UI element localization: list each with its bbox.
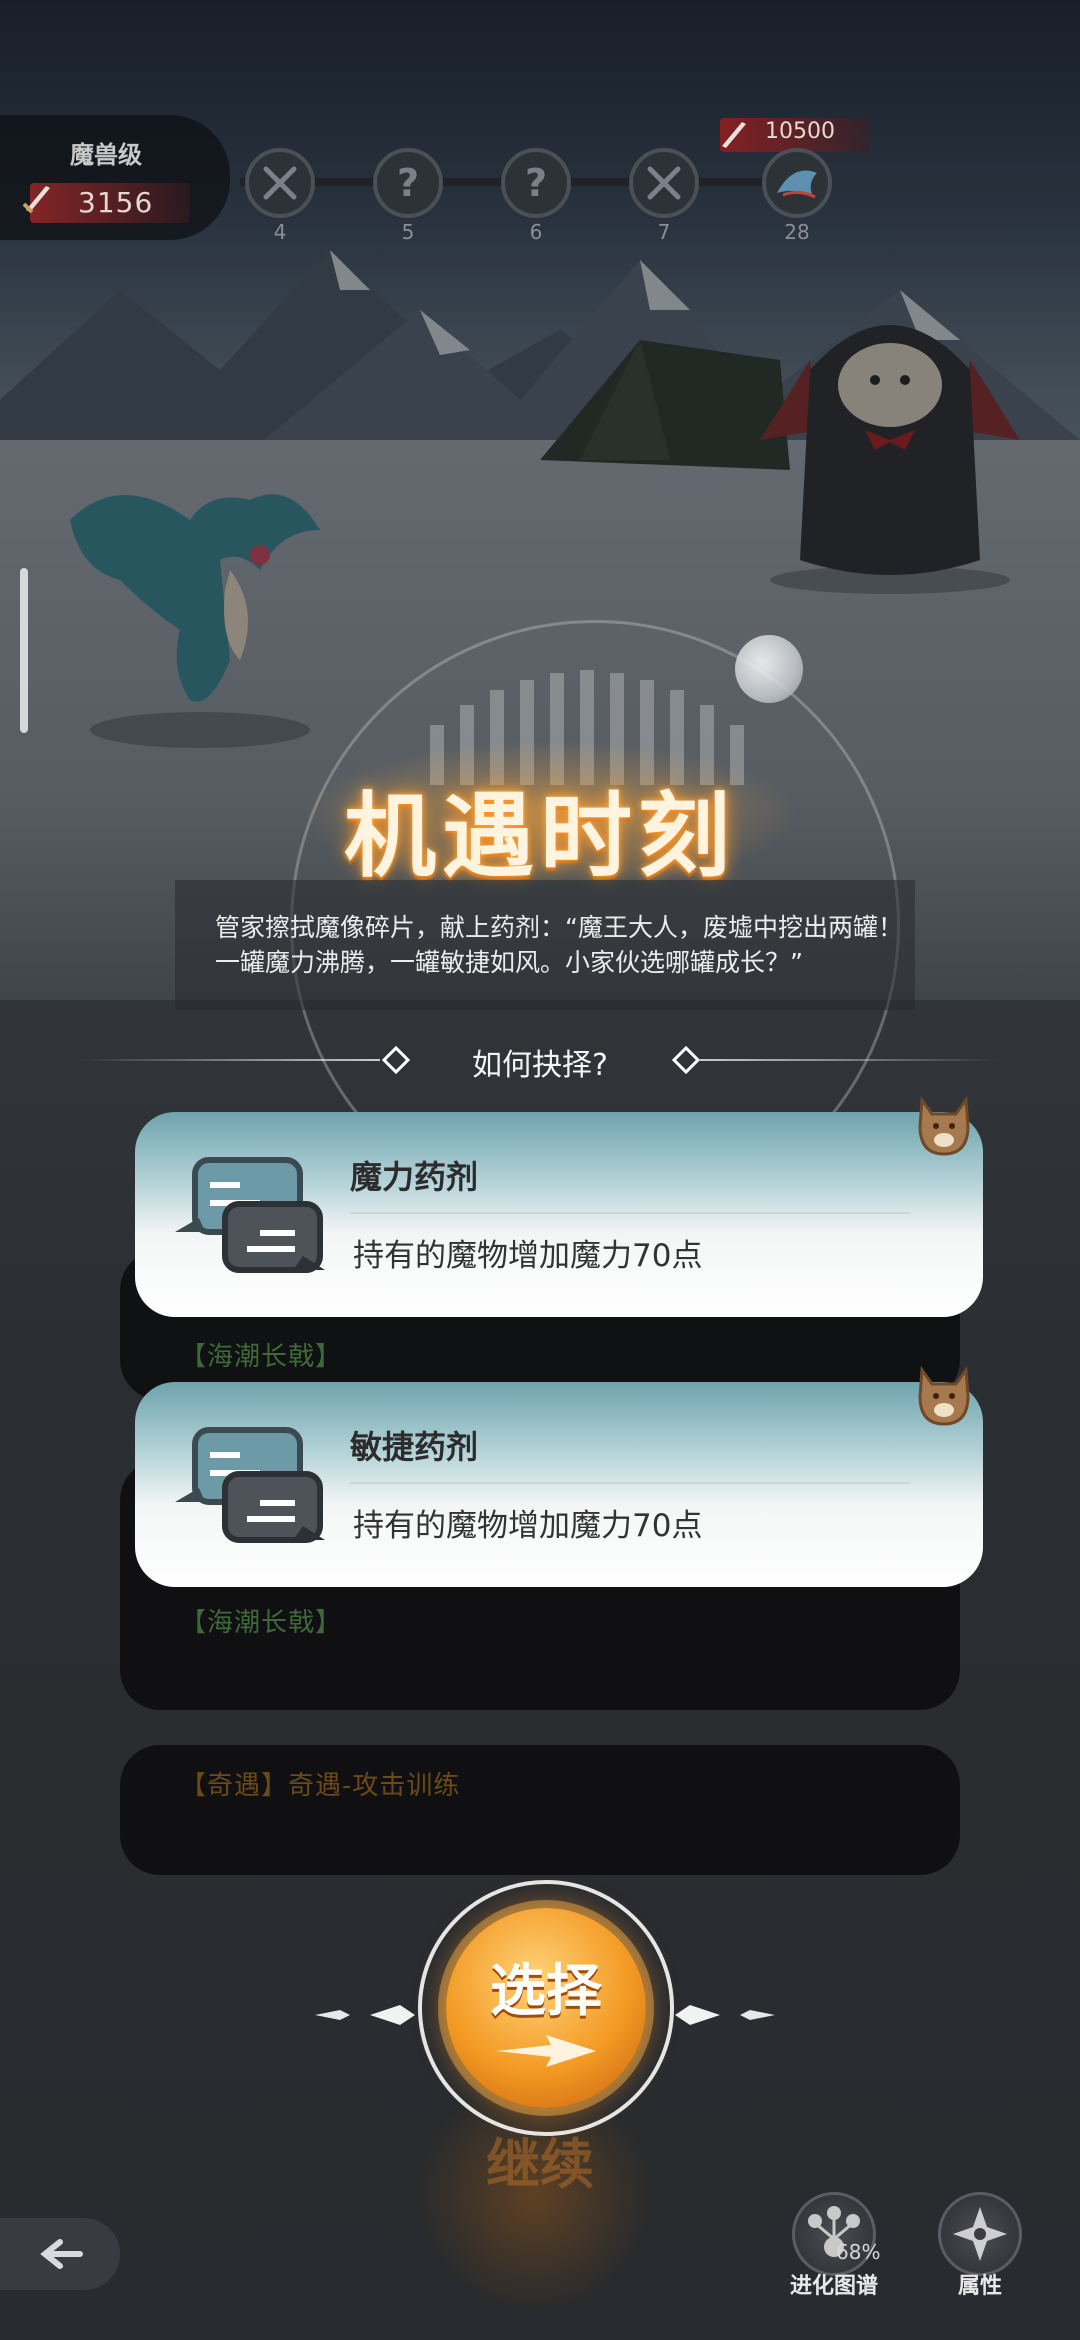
divider-line bbox=[700, 1059, 1000, 1061]
background-panel-text: 【海潮长戟】 bbox=[180, 1342, 343, 1372]
choice-name: 敏捷药剂 bbox=[350, 1428, 479, 1466]
stage-node-question-icon[interactable]: ? bbox=[373, 148, 443, 218]
stage-number: 7 bbox=[657, 220, 671, 244]
attributes-icon bbox=[953, 2207, 1007, 2261]
evolution-percent: 68% bbox=[836, 2240, 881, 2264]
event-title: 机遇时刻 bbox=[343, 783, 736, 890]
choice-description: 持有的魔物增加魔力70点 bbox=[353, 1238, 703, 1274]
target-power-value: 10500 bbox=[765, 119, 835, 144]
arrow-right-icon bbox=[496, 2034, 596, 2067]
stage-number: 6 bbox=[529, 220, 543, 244]
select-label: 选择 bbox=[490, 1958, 602, 2024]
stage-node-crossed-swords-icon[interactable] bbox=[629, 148, 699, 218]
back-button[interactable] bbox=[0, 2218, 120, 2290]
chat-bubbles-icon bbox=[175, 1427, 325, 1543]
stage-node-boss-icon[interactable] bbox=[762, 148, 832, 218]
question-row: 如何抉择? bbox=[80, 1040, 1000, 1083]
crossed-swords-icon bbox=[647, 166, 681, 200]
stage-number: 28 bbox=[784, 220, 810, 244]
mascot-badge-icon bbox=[918, 1096, 970, 1156]
attributes-button[interactable] bbox=[938, 2192, 1022, 2276]
stage-node-crossed-swords-icon[interactable] bbox=[245, 148, 315, 218]
stage-number: 5 bbox=[401, 220, 415, 244]
story-panel: 管家擦拭魔像碎片，献上药剂：“魔王大人，废墟中挖出两罐！一罐魔力沸腾，一罐敏捷如… bbox=[175, 880, 915, 1010]
choice-divider bbox=[350, 1482, 910, 1484]
stage-number: 4 bbox=[273, 220, 287, 244]
scrollbar[interactable] bbox=[20, 568, 28, 733]
attributes-label: 属性 bbox=[957, 2274, 1002, 2299]
power-value: 3156 bbox=[78, 186, 154, 219]
choice-card-magic-potion[interactable]: 魔力药剂 持有的魔物增加魔力70点 bbox=[135, 1112, 983, 1317]
sword-icon bbox=[722, 122, 746, 148]
choice-card-agility-potion[interactable]: 敏捷药剂 持有的魔物增加魔力70点 bbox=[135, 1382, 983, 1587]
chat-bubbles-icon bbox=[175, 1157, 325, 1273]
question-icon: ? bbox=[396, 161, 420, 205]
evolution-tree-label: 进化图谱 bbox=[789, 2274, 878, 2299]
choice-name: 魔力药剂 bbox=[350, 1158, 479, 1196]
question-icon: ? bbox=[524, 161, 548, 205]
rank-title: 魔兽级 bbox=[70, 141, 142, 169]
select-button[interactable]: 选择 bbox=[446, 1908, 646, 2108]
crossed-swords-icon bbox=[263, 166, 297, 200]
background-panel-text: 【海潮长戟】 bbox=[180, 1608, 343, 1638]
sword-icon bbox=[22, 186, 50, 214]
boss-icon bbox=[777, 170, 817, 199]
back-arrow-icon bbox=[40, 2239, 83, 2269]
choice-divider bbox=[350, 1212, 910, 1214]
stage-node-question-icon[interactable]: ? bbox=[501, 148, 571, 218]
question-text: 如何抉择? bbox=[472, 1048, 608, 1083]
story-text: 管家擦拭魔像碎片，献上药剂：“魔王大人，废墟中挖出两罐！一罐魔力沸腾，一罐敏捷如… bbox=[215, 913, 903, 977]
mascot-badge-icon bbox=[918, 1366, 970, 1426]
choice-description: 持有的魔物增加魔力70点 bbox=[353, 1508, 703, 1544]
background-panel-text: 【奇遇】奇遇-攻击训练 bbox=[180, 1771, 461, 1801]
